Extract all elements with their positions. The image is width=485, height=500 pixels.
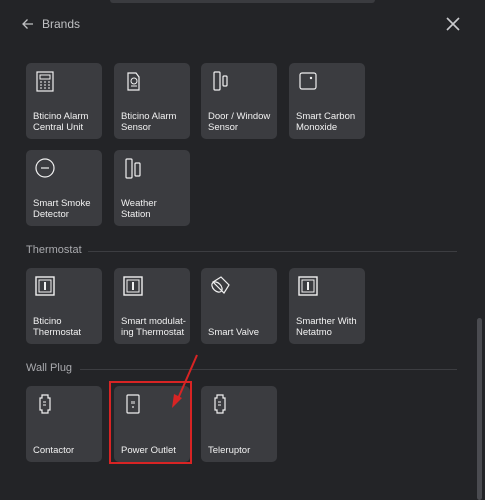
smoke-detector-icon xyxy=(35,158,55,178)
tile-label: Weather Station xyxy=(121,198,157,220)
tile-label: Door / Window Sensor xyxy=(208,111,271,133)
valve-icon xyxy=(211,276,230,294)
tile-teleruptor[interactable]: Teleruptor xyxy=(201,386,277,462)
section-divider xyxy=(80,369,457,370)
tile-bticino-thermostat[interactable]: Bticino Thermostat xyxy=(26,268,102,344)
tile-smarther-with-netatmo[interactable]: Smarther With Netatmo xyxy=(289,268,365,344)
tile-smart-carbon-monoxide[interactable]: Smart Carbon Monoxide xyxy=(289,63,365,139)
thermostat-icon xyxy=(123,276,143,296)
tile-label: Bticino Alarm Central Unit xyxy=(33,111,89,133)
tile-weather-station[interactable]: Weather Station xyxy=(114,150,190,226)
scrollbar-thumb[interactable] xyxy=(477,318,482,500)
section-title-wall-plug: Wall Plug xyxy=(26,362,73,374)
alarm-panel-icon xyxy=(36,71,54,92)
tile-label: Smart Smoke Detector xyxy=(33,198,91,220)
tile-contactor[interactable]: Contactor xyxy=(26,386,102,462)
tile-label: Smarther With Netatmo xyxy=(296,316,357,338)
tile-label: Bticino Thermostat xyxy=(33,316,82,338)
tile-smart-modulating-thermostat[interactable]: Smart modulat-ing Thermostat xyxy=(114,268,190,344)
teleruptor-icon xyxy=(214,394,226,414)
door-window-sensor-icon xyxy=(213,71,228,91)
section-title-thermostat: Thermostat xyxy=(26,244,82,256)
thermostat-icon xyxy=(298,276,318,296)
tile-label: Teleruptor xyxy=(208,445,251,456)
tile-label: Bticino Alarm Sensor xyxy=(121,111,177,133)
contactor-icon xyxy=(39,394,51,414)
thermostat-icon xyxy=(35,276,55,296)
back-button[interactable]: Brands xyxy=(22,14,80,34)
top-bar: Brands xyxy=(0,0,485,48)
section-divider xyxy=(88,251,457,252)
tile-smart-smoke-detector[interactable]: Smart Smoke Detector xyxy=(26,150,102,226)
top-divider xyxy=(110,0,375,3)
tile-label: Smart modulat-ing Thermostat xyxy=(121,316,186,338)
tile-label: Smart Carbon Monoxide xyxy=(296,111,356,133)
tile-bticino-alarm-sensor[interactable]: Bticino Alarm Sensor xyxy=(114,63,190,139)
carbon-monoxide-sensor-icon xyxy=(299,72,317,90)
tile-smart-valve[interactable]: Smart Valve xyxy=(201,268,277,344)
tile-door-window-sensor[interactable]: Door / Window Sensor xyxy=(201,63,277,139)
close-icon[interactable] xyxy=(444,15,462,33)
scrollbar[interactable] xyxy=(477,48,482,500)
tile-bticino-alarm-central-unit[interactable]: Bticino Alarm Central Unit xyxy=(26,63,102,139)
weather-station-icon xyxy=(125,158,141,179)
tile-label: Smart Valve xyxy=(208,327,260,338)
arrow-left-icon xyxy=(22,19,33,29)
alarm-sensor-icon xyxy=(127,72,140,91)
tile-label: Contactor xyxy=(33,445,75,456)
back-label: Brands xyxy=(42,17,81,31)
annotation-arrow-icon xyxy=(172,354,198,408)
